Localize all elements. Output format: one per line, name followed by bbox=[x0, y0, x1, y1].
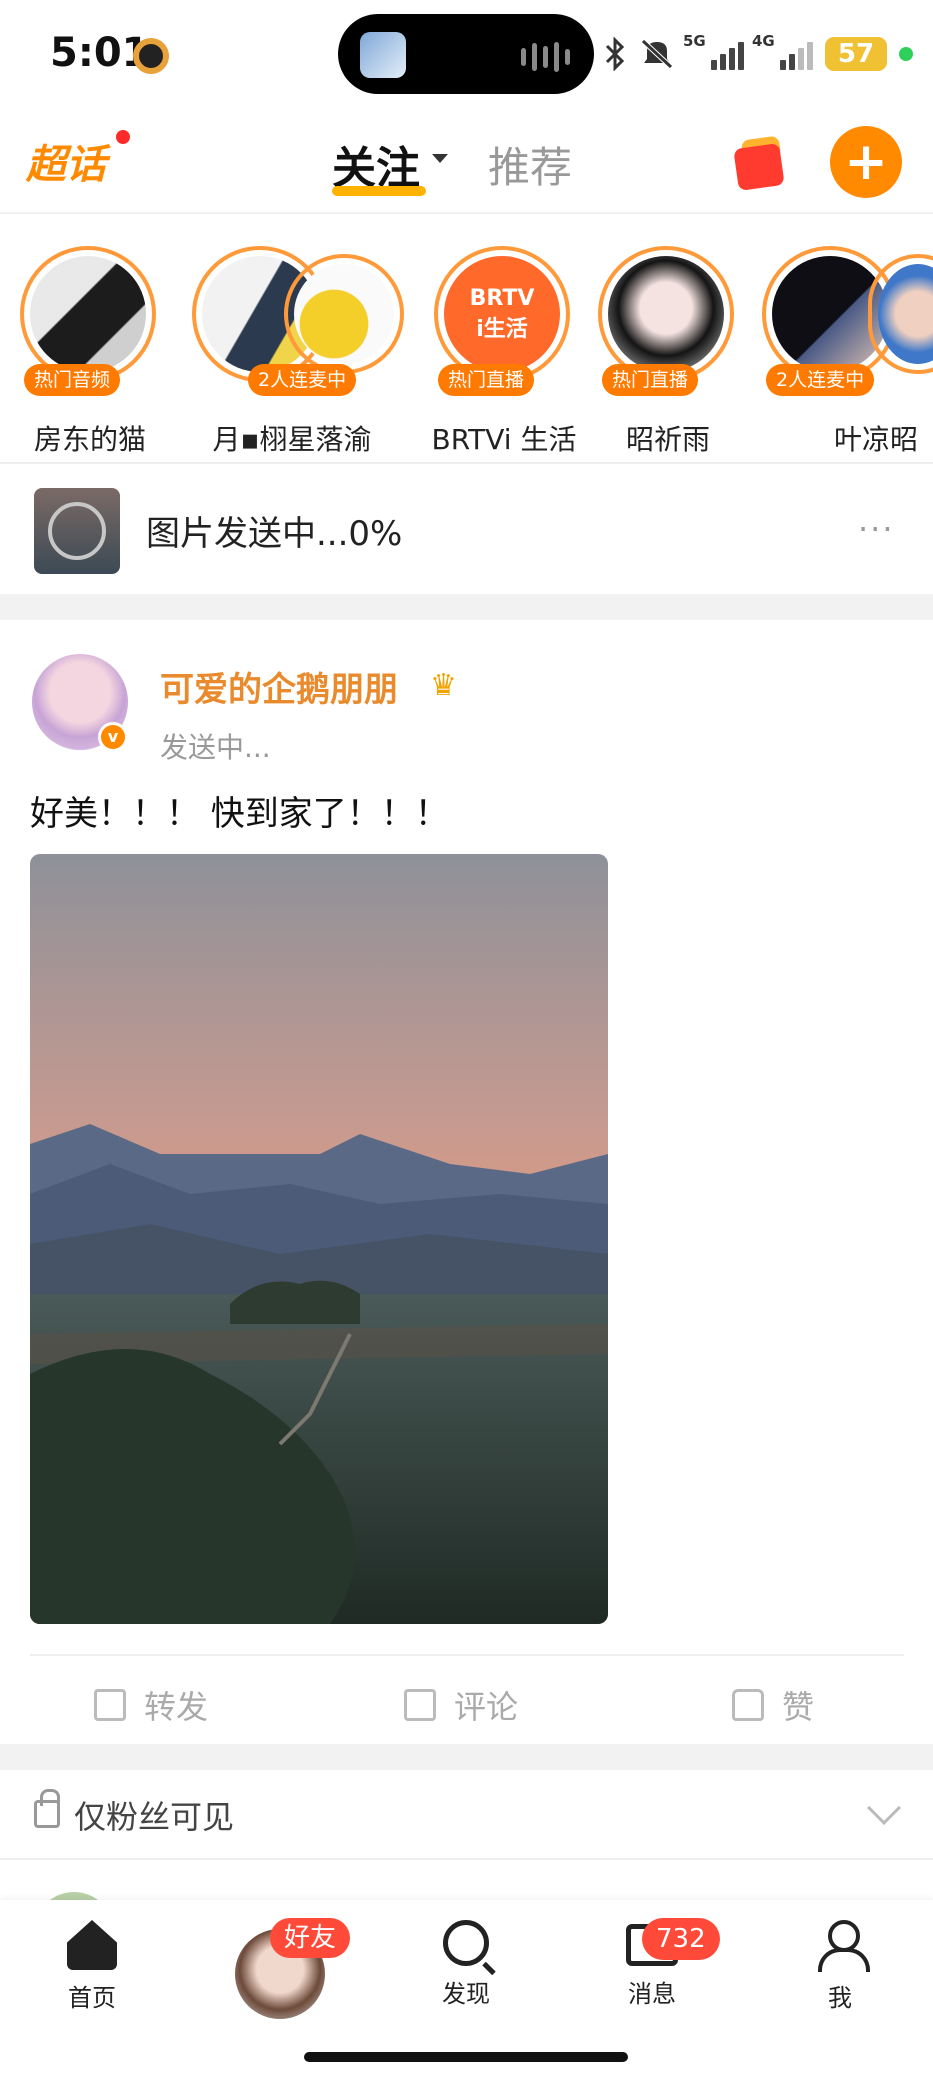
tab-discover[interactable]: 发现 bbox=[416, 1920, 516, 2009]
loading-spinner-icon bbox=[48, 502, 106, 560]
live-stories-row: 热门音频 房东的猫 2人连麦中 月▪栩星落渝 BRTV i生活 热门直播 BRT… bbox=[0, 216, 933, 464]
author-name[interactable]: 可爱的企鹅朋朋 bbox=[160, 662, 398, 711]
post-status: 发送中... bbox=[160, 731, 271, 764]
status-bar: 5:01 5G 4G 57 bbox=[0, 0, 933, 110]
post-actions-bar: 转发 评论 赞 bbox=[30, 1654, 904, 1750]
tab-recommend[interactable]: 推荐 bbox=[488, 134, 572, 195]
section-divider bbox=[0, 594, 933, 620]
like-button[interactable]: 赞 bbox=[732, 1682, 814, 1728]
story-item[interactable]: 热门音频 房东的猫 bbox=[20, 246, 160, 456]
story-name: 昭祈雨 bbox=[625, 423, 710, 456]
share-icon bbox=[94, 1689, 126, 1721]
comment-button[interactable]: 评论 bbox=[404, 1682, 518, 1728]
chevron-down-icon[interactable] bbox=[432, 154, 448, 163]
privacy-indicator-dot bbox=[899, 47, 913, 61]
story-item[interactable]: 2人连麦中 叶凉昭 bbox=[762, 246, 933, 456]
chevron-down-icon[interactable] bbox=[867, 1791, 901, 1825]
search-icon bbox=[443, 1920, 489, 1966]
red-packet-icon[interactable] bbox=[730, 132, 788, 192]
story-name: 叶凉昭 bbox=[833, 423, 918, 456]
story-tag: 2人连麦中 bbox=[248, 364, 357, 396]
like-label: 赞 bbox=[782, 1688, 815, 1726]
tab-home-label: 首页 bbox=[68, 1984, 116, 2012]
comment-label: 评论 bbox=[454, 1688, 519, 1726]
story-tag: 热门直播 bbox=[438, 364, 535, 396]
story-item[interactable]: 2人连麦中 月▪栩星落渝 bbox=[192, 246, 404, 456]
story-tag: 热门音频 bbox=[24, 364, 121, 396]
tab-messages-label: 消息 bbox=[628, 1980, 676, 2008]
tab-me-label: 我 bbox=[828, 1984, 852, 2012]
sunset-landscape-photo bbox=[30, 854, 608, 1624]
dynamic-island[interactable] bbox=[338, 14, 594, 94]
story-name: 月▪栩星落渝 bbox=[212, 423, 372, 456]
more-options-icon[interactable]: ··· bbox=[858, 510, 895, 548]
section-divider bbox=[0, 1744, 933, 1770]
profile-icon bbox=[815, 1920, 870, 1972]
home-icon bbox=[67, 1920, 117, 1970]
visibility-row[interactable]: 仅粉丝可见 bbox=[0, 1770, 933, 1860]
battery-indicator: 57 bbox=[825, 37, 887, 71]
app-notification-icon bbox=[133, 38, 169, 74]
crown-icon: ♛ bbox=[430, 668, 457, 703]
friends-badge: 好友 bbox=[270, 1918, 351, 1958]
mute-icon bbox=[641, 39, 673, 69]
active-tab-indicator bbox=[332, 186, 426, 196]
story-item[interactable]: BRTV i生活 热门直播 BRTVi 生活 bbox=[432, 246, 576, 456]
verified-badge-icon: v bbox=[98, 722, 128, 752]
network-5g-label: 5G bbox=[683, 32, 706, 50]
signal-5g-icon: 5G bbox=[683, 32, 744, 70]
thumbs-up-icon bbox=[732, 1689, 764, 1721]
repost-label: 转发 bbox=[144, 1688, 209, 1726]
upload-status-text: 图片发送中...0% bbox=[146, 514, 403, 554]
messages-count-badge: 732 bbox=[642, 1918, 720, 1960]
top-nav: 超话 关注 推荐 + bbox=[0, 110, 933, 214]
story-item[interactable]: 热门直播 昭祈雨 bbox=[598, 246, 738, 456]
supertopic-logo[interactable]: 超话 bbox=[26, 132, 106, 190]
lock-icon bbox=[34, 1789, 60, 1828]
audio-wave-icon bbox=[521, 42, 570, 72]
comment-icon bbox=[404, 1689, 436, 1721]
bluetooth-icon bbox=[605, 37, 625, 71]
story-name: 房东的猫 bbox=[33, 423, 146, 456]
story-tag: 2人连麦中 bbox=[766, 364, 875, 396]
post-text: 好美！！！ 快到家了！！！ bbox=[30, 794, 449, 834]
repost-button[interactable]: 转发 bbox=[94, 1682, 208, 1728]
tab-me[interactable]: 我 bbox=[790, 1920, 890, 2013]
now-playing-thumbnail bbox=[360, 32, 406, 78]
tab-discover-label: 发现 bbox=[442, 1980, 490, 2008]
tab-home[interactable]: 首页 bbox=[42, 1920, 142, 2013]
post-image[interactable] bbox=[30, 854, 608, 1624]
signal-4g-icon: 4G bbox=[752, 32, 813, 70]
home-indicator[interactable] bbox=[304, 2052, 628, 2062]
brtv-logo-line2: i生活 bbox=[476, 316, 528, 342]
upload-progress-row: 图片发送中...0% ··· bbox=[0, 466, 933, 594]
compose-button[interactable]: + bbox=[830, 126, 902, 198]
story-name: BRTVi 生活 bbox=[431, 423, 577, 456]
upload-thumbnail bbox=[34, 488, 120, 574]
network-4g-label: 4G bbox=[752, 32, 775, 50]
notification-dot bbox=[116, 130, 130, 144]
bottom-tab-bar: 首页 发现 消息 我 bbox=[0, 1900, 933, 2076]
brtv-logo-line1: BRTV bbox=[469, 285, 535, 311]
story-tag: 热门直播 bbox=[602, 364, 699, 396]
visibility-label: 仅粉丝可见 bbox=[74, 1798, 235, 1836]
